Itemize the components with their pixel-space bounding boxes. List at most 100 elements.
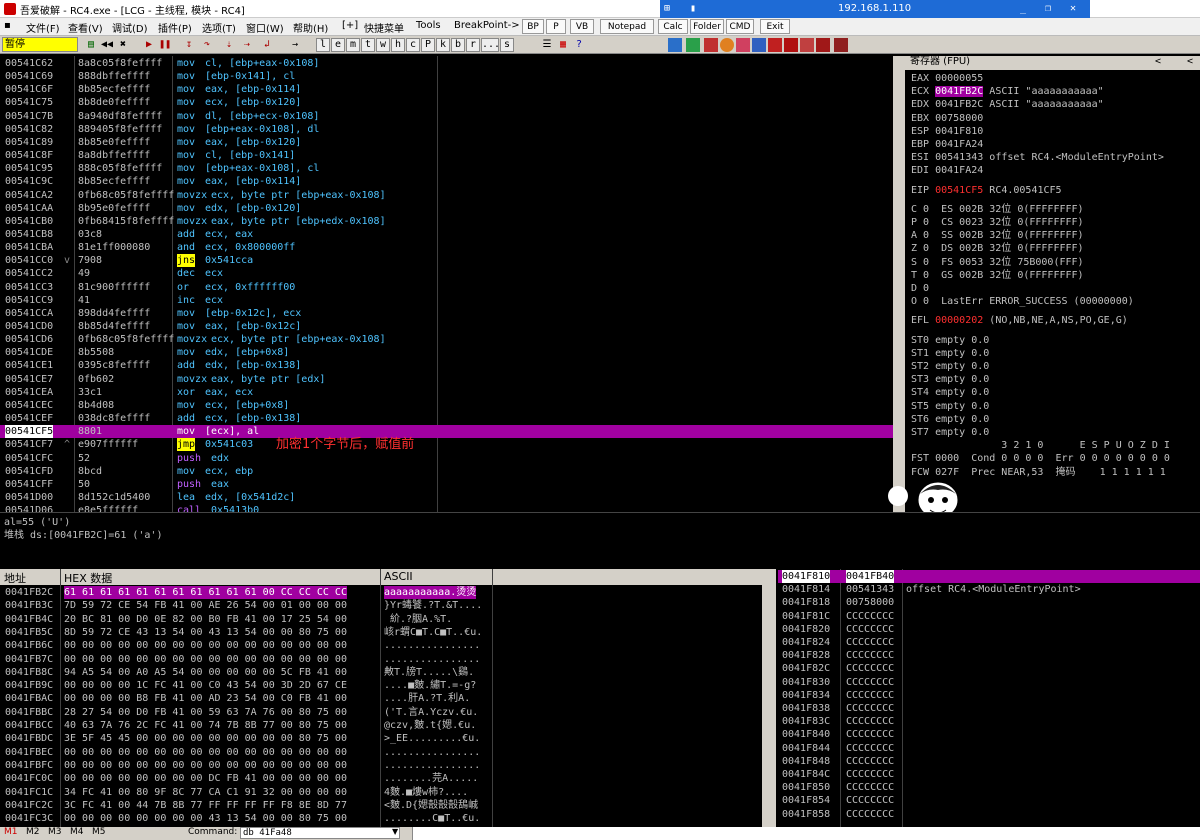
memory-dump-pane[interactable]: 地址 HEX 数据 ASCII 0041FB2C 61 61 61 61 61 6…	[0, 569, 762, 827]
register-ecx[interactable]: ECX 0041FB2C ASCII "aaaaaaaaaaa"	[911, 85, 1104, 98]
fpu-st-row[interactable]: ST3 empty 0.0	[911, 373, 989, 386]
bp-button[interactable]: BP	[522, 19, 544, 34]
stack-row[interactable]: 0041F83C CCCCCCCC	[778, 715, 1200, 728]
disasm-row[interactable]: 00541CBA 81e1ff000080 and ecx, 0x800000ff	[0, 241, 893, 254]
disasm-row[interactable]: 00541CFD 8bcd mov ecx, ebp	[0, 465, 893, 478]
stack-row[interactable]: 0041F824 CCCCCCCC	[778, 636, 1200, 649]
menu-plugins[interactable]: 插件(P)	[158, 20, 192, 35]
dump-row[interactable]: 0041FC2C 3C FC 41 00 44 7B 8B 77 FF FF FF…	[0, 799, 762, 812]
stack-row[interactable]: 0041F814 00541343 offset RC4.<ModuleEntryP…	[778, 583, 1200, 596]
restore-button[interactable]: ❐	[1045, 3, 1051, 14]
step-over-icon[interactable]: ↷	[200, 38, 214, 52]
disasm-row[interactable]: 00541CB0 0fb68415f8feffff movzx eax, byte p…	[0, 215, 893, 228]
toolbar-l[interactable]: l	[316, 38, 330, 52]
disasm-row[interactable]: 00541CE1 0395c8feffff add edx, [ebp-0x138]	[0, 359, 893, 372]
stack-pane[interactable]: 0041F810 0041FB40 0041F814 00541343 offset R…	[778, 569, 1200, 827]
dump-row[interactable]: 0041FBFC 00 00 00 00 00 00 00 00 00 00 00…	[0, 759, 762, 772]
flag-row[interactable]: A 0 SS 002B 32位 0(FFFFFFFF)	[911, 229, 1084, 242]
tab-m5[interactable]: M5	[92, 827, 106, 837]
stack-row[interactable]: 0041F844 CCCCCCCC	[778, 742, 1200, 755]
stack-row[interactable]: 0041F82C CCCCCCCC	[778, 662, 1200, 675]
dump-col-ascii[interactable]: ASCII	[384, 570, 413, 583]
dump-row[interactable]: 0041FBCC 40 63 7A 76 2C FC 41 00 74 7B 8B…	[0, 719, 762, 732]
tab-m4[interactable]: M4	[70, 827, 84, 837]
toolbar-m[interactable]: m	[346, 38, 360, 52]
toolbar-b[interactable]: b	[451, 38, 465, 52]
cmd-button[interactable]: CMD	[726, 19, 754, 34]
disasm-row[interactable]: 00541C69 888dbffeffff mov [ebp-0x141], cl	[0, 70, 893, 83]
plugin-icon-8[interactable]	[784, 38, 798, 52]
dump-row[interactable]: 0041FB7C 00 00 00 00 00 00 00 00 00 00 00…	[0, 653, 762, 666]
notepad-button[interactable]: Notepad	[600, 19, 654, 34]
dump-row[interactable]: 0041FBDC 3E 5F 45 45 00 00 00 00 00 00 00…	[0, 732, 762, 745]
disasm-row[interactable]: 00541CB8 03c8 add ecx, eax	[0, 228, 893, 241]
pin-icon[interactable]: ⊞	[664, 3, 670, 14]
stack-row[interactable]: 0041F830 CCCCCCCC	[778, 676, 1200, 689]
folder-button[interactable]: Folder	[690, 19, 724, 34]
dump-row[interactable]: 0041FB2C 61 61 61 61 61 61 61 61 61 61 61…	[0, 586, 762, 599]
disasm-row[interactable]: 00541C95 888c05f8feffff mov [ebp+eax-0x108]…	[0, 162, 893, 175]
disasm-row[interactable]: 00541C7B 8a940df8feffff mov dl, [ebp+ecx-0x…	[0, 110, 893, 123]
disasm-row[interactable]: 00541C75 8b8de0feffff mov ecx, [ebp-0x120]	[0, 96, 893, 109]
disassembly-scrollbar[interactable]	[893, 56, 905, 512]
toolbar-t[interactable]: t	[361, 38, 375, 52]
toolbar-e[interactable]: e	[331, 38, 345, 52]
menu-tools[interactable]: Tools	[416, 20, 441, 31]
menu-view[interactable]: 查看(V)	[68, 20, 103, 35]
stack-row[interactable]: 0041F850 CCCCCCCC	[778, 781, 1200, 794]
grid-icon[interactable]: ▦	[556, 38, 570, 52]
registers-prev-icon[interactable]: <	[1155, 56, 1161, 67]
tab-m2[interactable]: M2	[26, 827, 40, 837]
command-dropdown-icon[interactable]: ▼	[392, 827, 398, 836]
disasm-row[interactable]: 00541CF7 ^ e907ffffff jmp 0x541c03 加密1个字节后，赋值…	[0, 438, 893, 452]
disasm-row[interactable]: 00541C89 8b85e0feffff mov eax, [ebp-0x120]	[0, 136, 893, 149]
tab-m1[interactable]: M1	[4, 827, 18, 837]
disasm-row[interactable]: 00541CF5 8801 mov [ecx], al	[0, 425, 893, 439]
toolbar-s[interactable]: s	[500, 38, 514, 52]
execute-till-return-icon[interactable]: ↲	[260, 38, 274, 52]
toolbar-p[interactable]: P	[421, 38, 435, 52]
register-ebp[interactable]: EBP 0041FA24	[911, 138, 989, 151]
disasm-row[interactable]: 00541CEF 038dc8feffff add ecx, [ebp-0x138]	[0, 412, 893, 425]
disasm-row[interactable]: 00541C6F 8b85ecfeffff mov eax, [ebp-0x114]	[0, 83, 893, 96]
disasm-row[interactable]: 00541CFF 50 push eax	[0, 478, 893, 491]
plugin-icon-3[interactable]	[704, 38, 718, 52]
toolbar-r[interactable]: r	[466, 38, 480, 52]
tab-m3[interactable]: M3	[48, 827, 62, 837]
disasm-row[interactable]: 00541CA2 0fb68c05f8feffff movzx ecx, byte p…	[0, 189, 893, 202]
dump-row[interactable]: 0041FC0C 00 00 00 00 00 00 00 00 DC FB 41…	[0, 772, 762, 785]
disasm-row[interactable]: 00541CC3 81c900ffffff or ecx, 0xffffff00	[0, 281, 893, 294]
trace-over-icon[interactable]: ⇢	[240, 38, 254, 52]
flag-row[interactable]: S 0 FS 0053 32位 75B000(FFF)	[911, 256, 1084, 269]
disasm-row[interactable]: 00541CFC 52 push edx	[0, 452, 893, 465]
stack-row[interactable]: 0041F818 00758000	[778, 596, 1200, 609]
stack-row[interactable]: 0041F81C CCCCCCCC	[778, 610, 1200, 623]
menu-debug[interactable]: 调试(D)	[112, 20, 148, 35]
fpu-st-row[interactable]: ST1 empty 0.0	[911, 347, 989, 360]
dump-row[interactable]: 0041FBAC 00 00 00 00 B8 FB 41 00 AD 23 54…	[0, 692, 762, 705]
dump-row[interactable]: 0041FC3C 00 00 00 00 00 00 00 00 43 13 54…	[0, 812, 762, 825]
stack-row[interactable]: 0041F848 CCCCCCCC	[778, 755, 1200, 768]
disasm-row[interactable]: 00541C8F 8a8dbffeffff mov cl, [ebp-0x141]	[0, 149, 893, 162]
run-icon[interactable]: ▶	[142, 38, 156, 52]
plugin-icon-1[interactable]	[668, 38, 682, 52]
menu-plus[interactable]: [+]	[342, 20, 358, 31]
toolbar-w[interactable]: w	[376, 38, 390, 52]
dump-row[interactable]: 0041FBEC 00 00 00 00 00 00 00 00 00 00 00…	[0, 746, 762, 759]
register-efl[interactable]: EFL 00000202 (NO,NB,NE,A,NS,PO,GE,G)	[911, 314, 1128, 327]
register-eax[interactable]: EAX 00000055	[911, 72, 989, 85]
command-input[interactable]: db 41Fa48	[240, 827, 400, 839]
toolbar-ellipsis[interactable]: ...	[481, 38, 500, 52]
list-icon[interactable]: ☰	[540, 38, 554, 52]
fpu-st-row[interactable]: ST6 empty 0.0	[911, 413, 989, 426]
rewind-icon[interactable]: ◀◀	[100, 38, 114, 52]
minimize-button[interactable]: _	[1020, 3, 1026, 14]
disasm-row[interactable]: 00541CE7 0fb602 movzx eax, byte ptr [edx]	[0, 373, 893, 386]
p-button[interactable]: P	[546, 19, 566, 34]
plugin-icon-5[interactable]	[736, 38, 750, 52]
dump-row[interactable]: 0041FB9C 00 00 00 00 1C FC 41 00 C0 43 54…	[0, 679, 762, 692]
trace-into-icon[interactable]: ⇣	[222, 38, 236, 52]
disasm-row[interactable]: 00541C62 8a8c05f8feffff mov cl, [ebp+eax-0x…	[0, 57, 893, 70]
calc-button[interactable]: Calc	[658, 19, 688, 34]
disasm-row[interactable]: 00541C82 889405f8feffff mov [ebp+eax-0x108]…	[0, 123, 893, 136]
